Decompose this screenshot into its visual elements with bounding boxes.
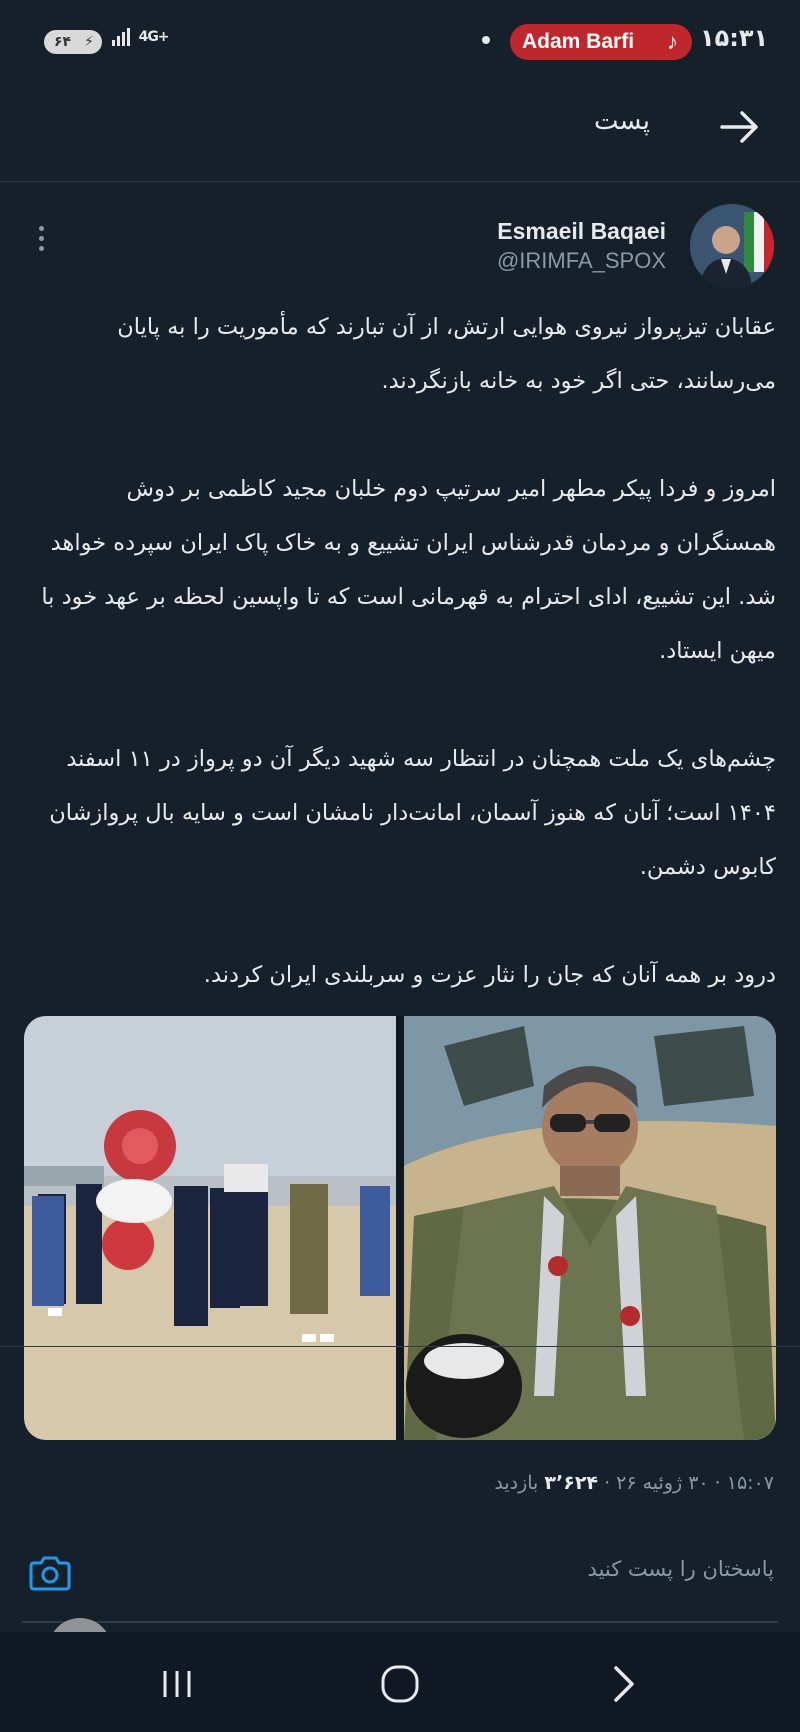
camera-icon[interactable] xyxy=(28,1553,72,1593)
home-icon[interactable] xyxy=(380,1664,420,1704)
post-paragraph: عقابان تیزپرواز نیروی هوایی ارتش، از آن … xyxy=(117,314,776,394)
post-timestamp: ۱۵:۰۷ · ۳۰ ژوئیه ۲۶ · xyxy=(604,1472,774,1494)
post-meta: ۱۵:۰۷ · ۳۰ ژوئیه ۲۶ · ۳٬۶۲۴ بازدید xyxy=(494,1472,774,1494)
post-paragraph: درود بر همه آنان که جان را نثار عزت و سر… xyxy=(203,962,776,988)
pilot-portrait-image[interactable] xyxy=(404,1016,776,1440)
page-header: پست xyxy=(0,84,800,182)
views-count: ۳٬۶۲۴ xyxy=(544,1472,599,1494)
post-paragraph: امروز و فردا پیکر مطهر امیر سرتیپ دوم خل… xyxy=(41,476,776,664)
page-title: پست xyxy=(594,106,650,136)
status-bar: ۶۴ ⚡ 4G+ Adam Barfi ♪ ۱۵:۳۱ xyxy=(0,0,800,84)
funeral-ceremony-image[interactable] xyxy=(24,1016,396,1440)
chevron-right-icon[interactable] xyxy=(604,1662,644,1706)
system-navigation-bar xyxy=(0,1632,800,1732)
recent-apps-icon[interactable] xyxy=(160,1668,194,1700)
divider xyxy=(0,1346,800,1347)
signal-indicator: 4G+ xyxy=(112,26,170,48)
avatar[interactable] xyxy=(690,204,774,288)
battery-indicator: ۶۴ ⚡ xyxy=(44,30,102,54)
more-options-icon[interactable] xyxy=(34,226,48,262)
post-text: عقابان تیزپرواز نیروی هوایی ارتش، از آن … xyxy=(26,300,776,1002)
author-handle[interactable]: @IRIMFA_SPOX xyxy=(497,248,666,274)
reply-input[interactable]: پاسختان را پست کنید xyxy=(588,1557,774,1581)
battery-level: ۶۴ xyxy=(54,34,72,50)
reply-underline xyxy=(22,1621,778,1623)
signal-bars-icon xyxy=(112,26,130,48)
now-playing-pill[interactable]: Adam Barfi ♪ xyxy=(510,24,692,60)
status-time: ۱۵:۳۱ xyxy=(700,24,769,52)
notification-dot xyxy=(482,36,490,44)
author-name[interactable]: Esmaeil Baqaei xyxy=(497,218,666,245)
network-type: 4G+ xyxy=(138,29,170,45)
music-note-icon: ♪ xyxy=(667,29,678,54)
post-media xyxy=(24,1016,776,1440)
reply-bar: پاسختان را پست کنید xyxy=(0,1527,800,1623)
charging-icon: ⚡ xyxy=(84,34,94,50)
now-playing-title: Adam Barfi xyxy=(522,30,635,53)
views-label: بازدید xyxy=(494,1472,539,1494)
post-paragraph: چشم‌های یک ملت همچنان در انتظار سه شهید … xyxy=(49,746,776,880)
arrow-right-icon[interactable] xyxy=(714,102,764,152)
